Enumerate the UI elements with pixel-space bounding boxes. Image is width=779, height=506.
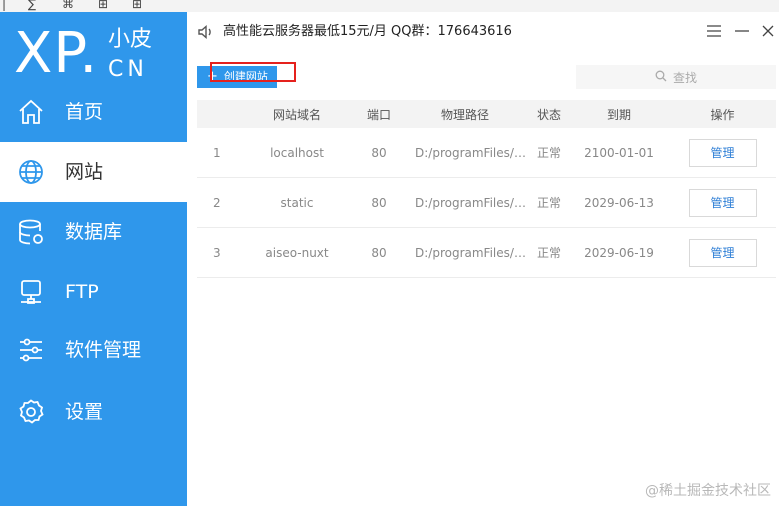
website-table: 网站域名 端口 物理路径 状态 到期 操作 1 localhost 80 D:/…	[197, 100, 776, 278]
row-path: D:/programFiles/p...	[415, 195, 529, 210]
row-action: 管理	[669, 138, 776, 167]
sidebar-item-label: FTP	[65, 281, 99, 303]
gear-icon	[16, 397, 46, 427]
minimize-icon[interactable]	[733, 22, 751, 40]
logo-cn: CN	[108, 57, 148, 82]
database-icon	[16, 217, 46, 247]
sidebar-item-label: 首页	[65, 101, 104, 123]
row-port: 80	[371, 245, 387, 260]
table-header: 网站域名 端口 物理路径 状态 到期 操作	[197, 100, 776, 128]
row-port: 80	[371, 195, 387, 210]
manage-button[interactable]: 管理	[688, 188, 757, 217]
strip-sigma-icon: ∑	[28, 0, 37, 11]
watermark: @稀土掘金技术社区	[645, 483, 771, 499]
row-index: 3	[213, 245, 221, 260]
search-icon	[655, 70, 667, 85]
logo-xiaopi: 小皮	[108, 27, 153, 52]
row-status: 正常	[536, 196, 561, 210]
sidebar-item-website[interactable]: 网站	[0, 142, 187, 202]
col-status: 状态	[536, 107, 561, 122]
close-icon[interactable]	[759, 22, 777, 40]
home-icon	[16, 97, 46, 127]
sidebar-item-label: 软件管理	[65, 339, 142, 361]
table-row: 2 static 80 D:/programFiles/p... 正常 2029…	[197, 178, 776, 228]
ftp-server-icon	[16, 277, 46, 307]
row-domain: aiseo-nuxt	[265, 245, 329, 260]
row-domain: localhost	[270, 145, 324, 160]
header-bar: 高性能云服务器最低15元/月 QQ群：176643616	[187, 12, 779, 52]
strip-network-icon: ⌘	[62, 0, 74, 11]
announcement-text[interactable]: 高性能云服务器最低15元/月 QQ群：176643616	[223, 23, 512, 41]
search-placeholder: 查找	[672, 70, 697, 85]
col-domain: 网站域名	[272, 107, 321, 122]
sidebar-item-settings[interactable]: 设置	[0, 382, 187, 442]
sidebar-item-label: 数据库	[65, 221, 123, 243]
search-input[interactable]: 查找	[576, 65, 776, 89]
sidebar: XP. 小皮 CN 首页 网站 数据库 FTP 软件管理 设置	[0, 12, 187, 506]
row-action: 管理	[669, 238, 776, 267]
manage-button[interactable]: 管理	[688, 238, 757, 267]
row-status: 正常	[536, 246, 561, 260]
row-index: 2	[213, 195, 221, 210]
row-path: D:/programFiles/p...	[415, 245, 529, 260]
sidebar-item-ftp[interactable]: FTP	[0, 262, 187, 322]
app-logo: XP. 小皮 CN	[14, 20, 184, 90]
strip-grid-icon-2: ⊞	[132, 0, 143, 11]
speaker-icon	[197, 23, 215, 41]
strip-grid-icon: ⊞	[98, 0, 109, 11]
sidebar-item-home[interactable]: 首页	[0, 82, 187, 142]
row-port: 80	[371, 145, 387, 160]
row-domain: static	[280, 195, 314, 210]
menu-icon[interactable]	[705, 22, 723, 40]
row-index: 1	[213, 145, 221, 160]
sidebar-item-database[interactable]: 数据库	[0, 202, 187, 262]
create-website-button[interactable]: + 创建网站	[197, 66, 277, 88]
row-expiry: 2029-06-19	[584, 245, 654, 260]
globe-icon	[16, 157, 46, 187]
row-status: 正常	[536, 146, 561, 160]
row-expiry: 2029-06-13	[584, 195, 654, 210]
sliders-icon	[16, 335, 46, 365]
table-row: 3 aiseo-nuxt 80 D:/programFiles/p... 正常 …	[197, 228, 776, 278]
col-port: 端口	[366, 107, 391, 122]
row-expiry: 2100-01-01	[584, 145, 654, 160]
sidebar-item-label: 网站	[65, 161, 104, 183]
col-expiry: 到期	[606, 107, 631, 122]
sidebar-item-software[interactable]: 软件管理	[0, 320, 187, 380]
manage-button[interactable]: 管理	[688, 138, 757, 167]
logo-xp: XP.	[14, 21, 99, 86]
plus-icon: +	[207, 69, 218, 84]
desktop-top-strip: | ∑ ⌘ ⊞ ⊞	[0, 0, 779, 12]
sidebar-item-label: 设置	[65, 401, 104, 423]
create-website-label: 创建网站	[223, 70, 268, 83]
row-path: D:/programFiles/p...	[415, 145, 529, 160]
col-action: 操作	[710, 107, 735, 122]
col-path: 物理路径	[440, 107, 489, 122]
row-action: 管理	[669, 188, 776, 217]
strip-glyph: |	[2, 0, 7, 11]
table-row: 1 localhost 80 D:/programFiles/p... 正常 2…	[197, 128, 776, 178]
